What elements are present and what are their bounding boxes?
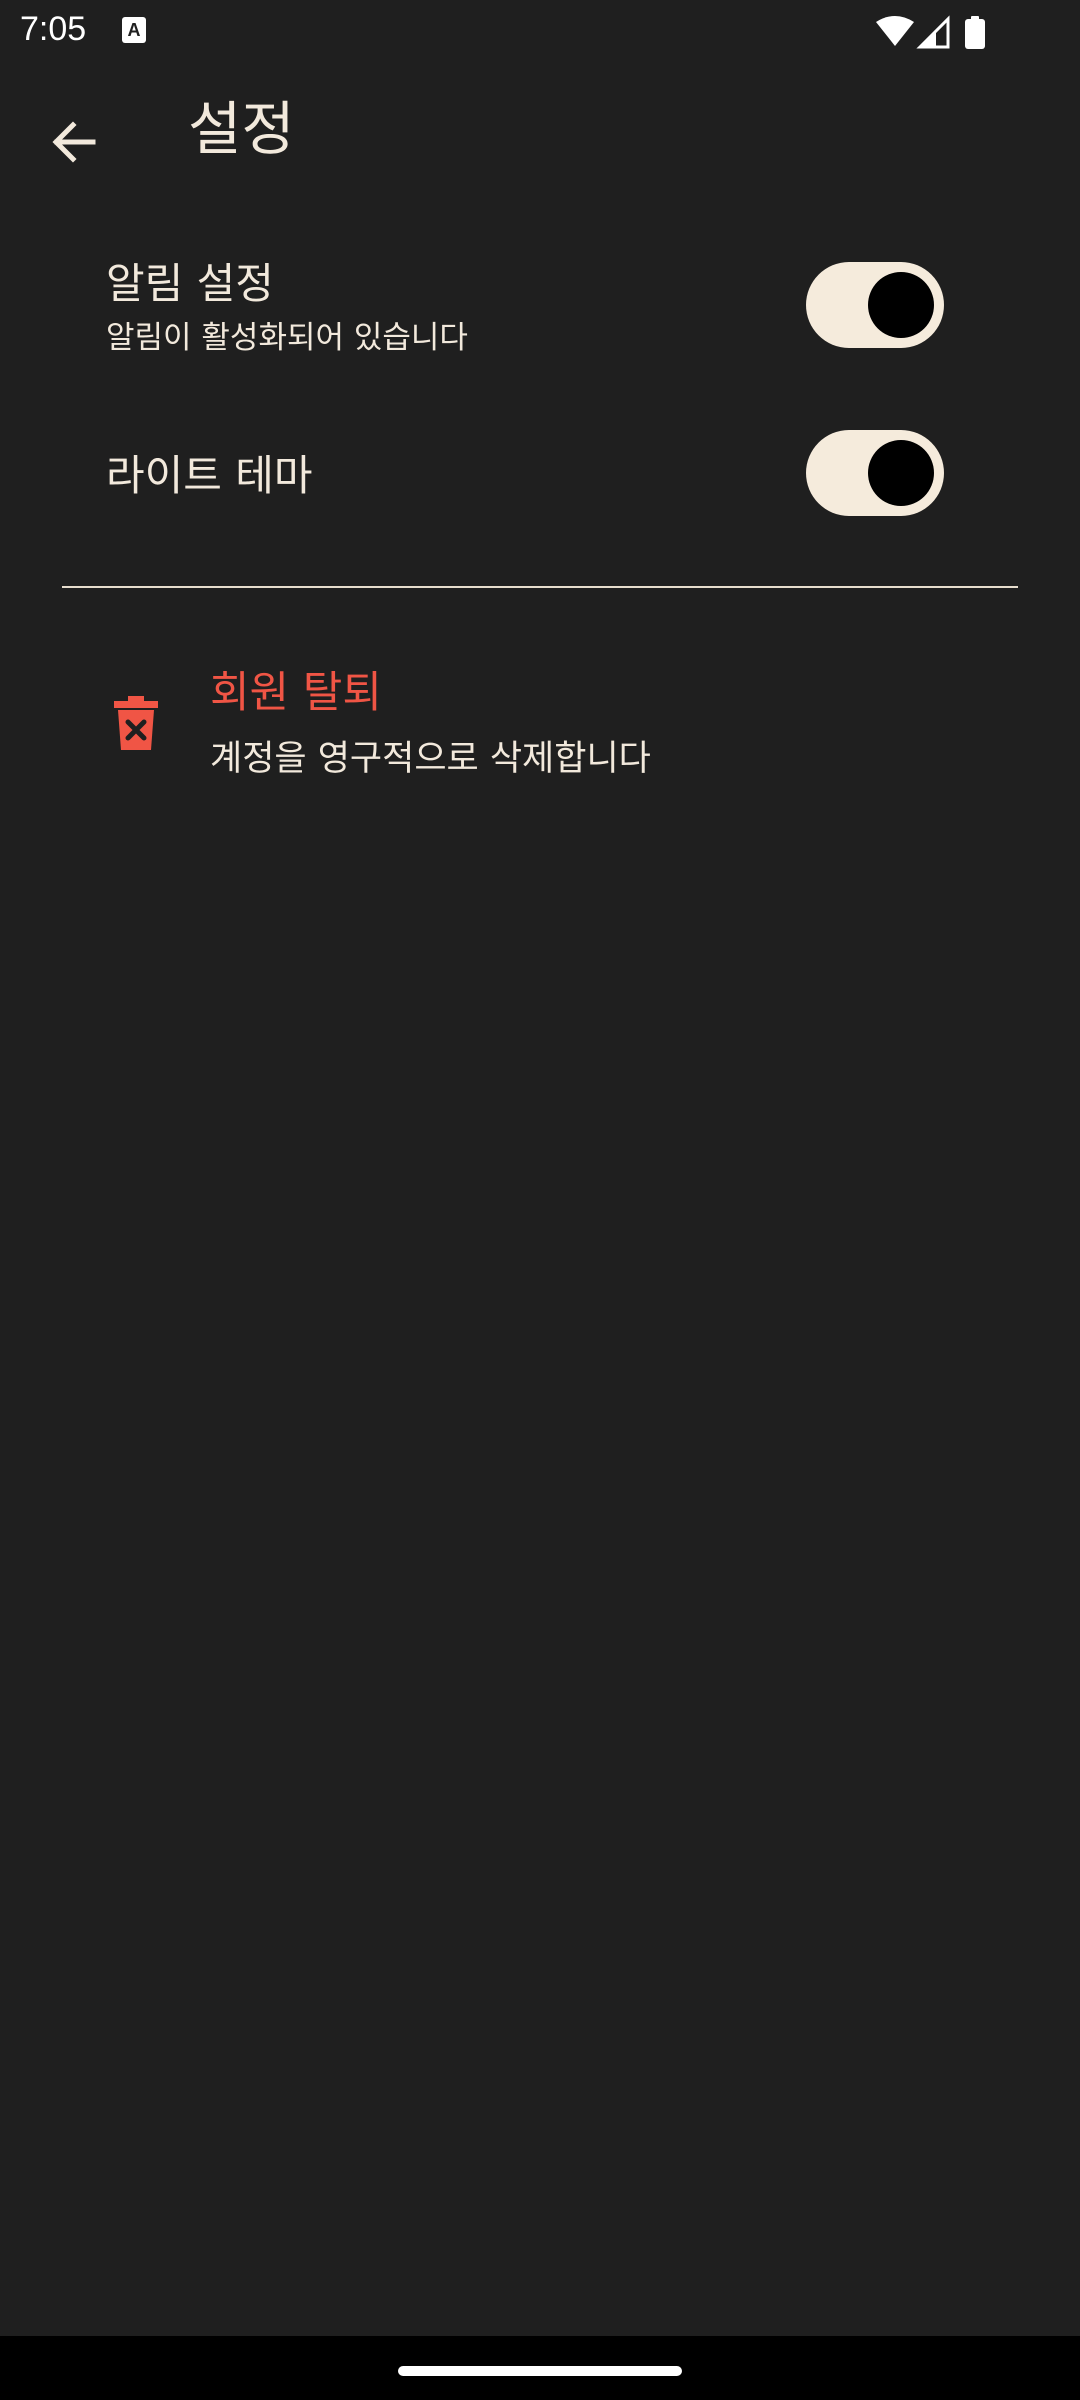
delete-account-title: 회원 탈퇴 xyxy=(210,668,382,718)
app-bar: 설정 xyxy=(0,64,1080,212)
notification-setting-row[interactable]: 알림 설정 알림이 활성화되어 있습니다 xyxy=(0,240,1080,370)
divider xyxy=(62,586,1018,588)
navigation-bar xyxy=(0,2336,1080,2400)
arrow-left-icon xyxy=(52,121,96,163)
light-theme-toggle[interactable] xyxy=(806,430,944,516)
notification-setting-title: 알림 설정 xyxy=(106,259,274,308)
keyboard-indicator-icon: A xyxy=(122,17,146,43)
back-button[interactable] xyxy=(34,102,114,182)
notification-setting-subtitle: 알림이 활성화되어 있습니다 xyxy=(106,320,468,356)
notification-toggle[interactable] xyxy=(806,262,944,348)
page-title: 설정 xyxy=(188,95,295,163)
status-icons xyxy=(876,15,985,49)
trash-x-icon xyxy=(114,696,158,750)
status-time: 7:05 xyxy=(20,10,87,48)
toggle-thumb xyxy=(868,272,934,338)
light-theme-setting-title: 라이트 테마 xyxy=(106,451,313,500)
battery-icon xyxy=(965,16,985,49)
wifi-icon xyxy=(876,16,914,46)
delete-account-row[interactable]: 회원 탈퇴 계정을 영구적으로 삭제합니다 xyxy=(0,648,1080,798)
light-theme-setting-row[interactable]: 라이트 테마 xyxy=(0,418,1080,528)
home-gesture-handle[interactable] xyxy=(398,2366,682,2376)
delete-account-subtitle: 계정을 영구적으로 삭제합니다 xyxy=(210,739,651,779)
toggle-thumb xyxy=(868,440,934,506)
status-bar: 7:05 A xyxy=(0,0,1080,64)
